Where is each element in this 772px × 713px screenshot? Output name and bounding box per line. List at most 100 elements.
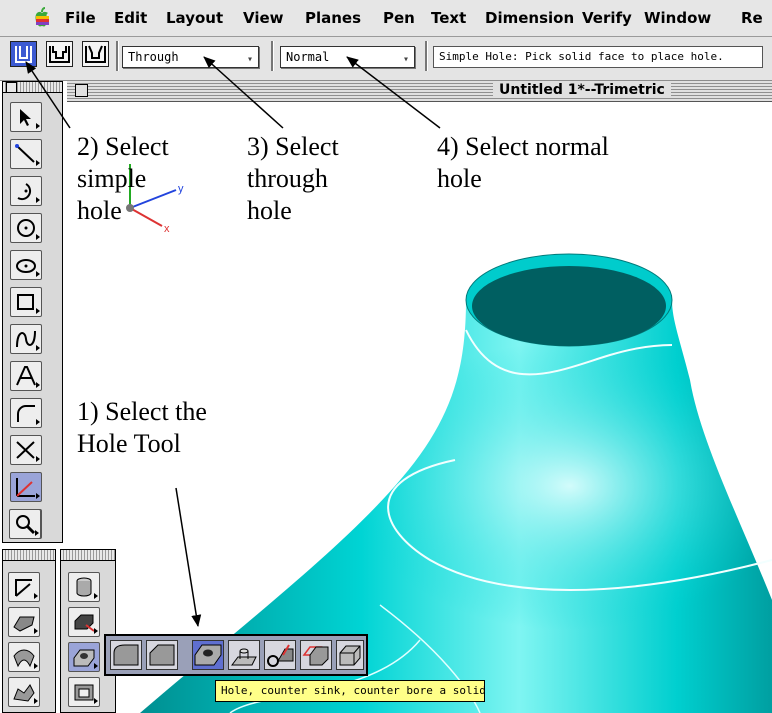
fillet-tool[interactable] xyxy=(10,398,42,428)
split-solid-tool[interactable] xyxy=(336,640,364,670)
palette-drag-bar[interactable] xyxy=(3,550,55,561)
line-icon xyxy=(15,144,35,163)
menu-planes[interactable]: Planes xyxy=(305,9,361,27)
select-tool[interactable] xyxy=(10,102,42,132)
menu-pen[interactable]: Pen xyxy=(383,9,415,27)
hole-tool-group[interactable] xyxy=(68,642,100,672)
window-title: Untitled 1*--Trimetric xyxy=(493,82,671,98)
axes-icon xyxy=(16,478,35,497)
annotation-line: hole xyxy=(77,196,122,225)
polyline-tool[interactable] xyxy=(8,572,40,602)
y-axis-label: y xyxy=(178,183,184,195)
polyline-icon xyxy=(15,579,32,597)
annotation-line: hole xyxy=(247,196,292,225)
thread-tool[interactable] xyxy=(264,640,296,670)
solid-tools-selector[interactable] xyxy=(10,472,42,502)
boss-tool[interactable] xyxy=(228,640,260,670)
arc-icon xyxy=(17,183,32,201)
palette-drag-bar[interactable] xyxy=(61,550,115,561)
hole-type-select-value: Normal xyxy=(286,50,330,64)
apple-menu-icon[interactable] xyxy=(30,6,54,30)
chevron-down-icon: ▾ xyxy=(246,54,253,65)
annotation-line: Hole Tool xyxy=(77,429,181,458)
annotation-line: 1) Select the xyxy=(77,397,207,426)
menu-bar: File Edit Layout View Planes Pen Text Di… xyxy=(0,0,772,37)
fillet-edge-tool[interactable] xyxy=(110,640,142,670)
shell-icon xyxy=(74,684,94,701)
trim-tool[interactable] xyxy=(10,435,42,465)
hole-tool-flyout xyxy=(104,634,368,676)
simple-hole-icon xyxy=(15,46,32,63)
menu-layout[interactable]: Layout xyxy=(166,9,223,27)
tooltip: Hole, counter sink, counter bore a solid xyxy=(215,680,486,702)
hole-type-select[interactable]: Normal ▾ xyxy=(280,46,415,68)
annotation-line: 4) Select normal xyxy=(437,132,609,161)
palette-close-icon[interactable] xyxy=(6,82,17,93)
hole-options-bar: Through ▾ Normal ▾ Simple Hole: Pick sol… xyxy=(0,37,772,81)
document-title-bar[interactable]: Untitled 1*--Trimetric xyxy=(67,81,772,102)
hole-tool[interactable] xyxy=(192,640,224,670)
arrow-pointer-icon xyxy=(20,109,31,126)
extrude-solid-tool[interactable] xyxy=(68,607,100,637)
chamfer-edge-tool[interactable] xyxy=(146,640,178,670)
menu-text[interactable]: Text xyxy=(431,9,466,27)
fillet-icon xyxy=(17,405,35,422)
status-prompt: Simple Hole: Pick solid face to place ho… xyxy=(433,46,763,68)
countersink-hole-icon xyxy=(85,45,106,63)
magnifier-icon xyxy=(16,515,36,535)
boss-icon xyxy=(231,648,257,666)
menu-dimension[interactable]: Dimension xyxy=(485,9,574,27)
surface-tool-palette xyxy=(2,549,56,713)
shell-tool[interactable] xyxy=(68,677,100,707)
simple-hole-button[interactable] xyxy=(10,41,37,67)
rectangle-tool[interactable] xyxy=(10,287,42,317)
thread-icon xyxy=(267,644,294,667)
chevron-down-icon: ▾ xyxy=(402,54,409,65)
depth-select[interactable]: Through ▾ xyxy=(122,46,259,68)
annotation-line: simple xyxy=(77,164,147,193)
circle-tool[interactable] xyxy=(10,213,42,243)
depth-select-value: Through xyxy=(128,50,179,64)
circle-icon xyxy=(17,219,35,237)
toolbar-divider xyxy=(116,41,119,71)
annotation-line: 2) Select xyxy=(77,132,169,161)
spline-tool[interactable] xyxy=(10,324,42,354)
extrude-surface-tool[interactable] xyxy=(8,607,40,637)
draft-icon xyxy=(302,646,329,666)
countersink-hole-button[interactable] xyxy=(82,41,109,67)
counterbore-hole-icon xyxy=(49,46,70,63)
fillet-edge-icon xyxy=(113,644,139,666)
extrude-icon xyxy=(74,614,95,632)
menu-edit[interactable]: Edit xyxy=(114,9,147,27)
annotation-step-3: 3) Select through hole xyxy=(247,131,339,227)
loft-surface-tool[interactable] xyxy=(8,642,40,672)
rectangle-icon xyxy=(17,294,34,310)
sweep-icon xyxy=(13,684,35,702)
text-tool[interactable] xyxy=(10,361,42,391)
menu-view[interactable]: View xyxy=(243,9,284,27)
menu-file[interactable]: File xyxy=(65,9,96,27)
ellipse-tool[interactable] xyxy=(10,250,42,280)
surface-icon xyxy=(13,616,35,632)
loft-icon xyxy=(13,649,35,668)
arc-tool[interactable] xyxy=(10,176,42,206)
toolbar-divider xyxy=(425,41,428,71)
menu-truncated[interactable]: Re xyxy=(741,9,763,27)
menu-window[interactable]: Window xyxy=(644,9,711,27)
cylinder-icon xyxy=(76,577,92,597)
menu-verify[interactable]: Verify xyxy=(582,9,632,27)
sweep-surface-tool[interactable] xyxy=(8,677,40,707)
text-icon xyxy=(16,366,36,386)
counterbore-hole-button[interactable] xyxy=(46,41,73,67)
trim-icon xyxy=(16,441,35,459)
zoom-tool[interactable] xyxy=(9,509,41,539)
hole-group-icon xyxy=(73,649,95,667)
line-tool[interactable] xyxy=(10,139,42,169)
close-box-icon[interactable] xyxy=(75,84,88,97)
annotation-line: 3) Select xyxy=(247,132,339,161)
toolbar-divider xyxy=(271,41,274,71)
cylinder-tool[interactable] xyxy=(68,572,100,602)
draft-tool[interactable] xyxy=(300,640,332,670)
solid-tool-palette xyxy=(60,549,116,713)
main-tool-palette xyxy=(2,81,63,543)
